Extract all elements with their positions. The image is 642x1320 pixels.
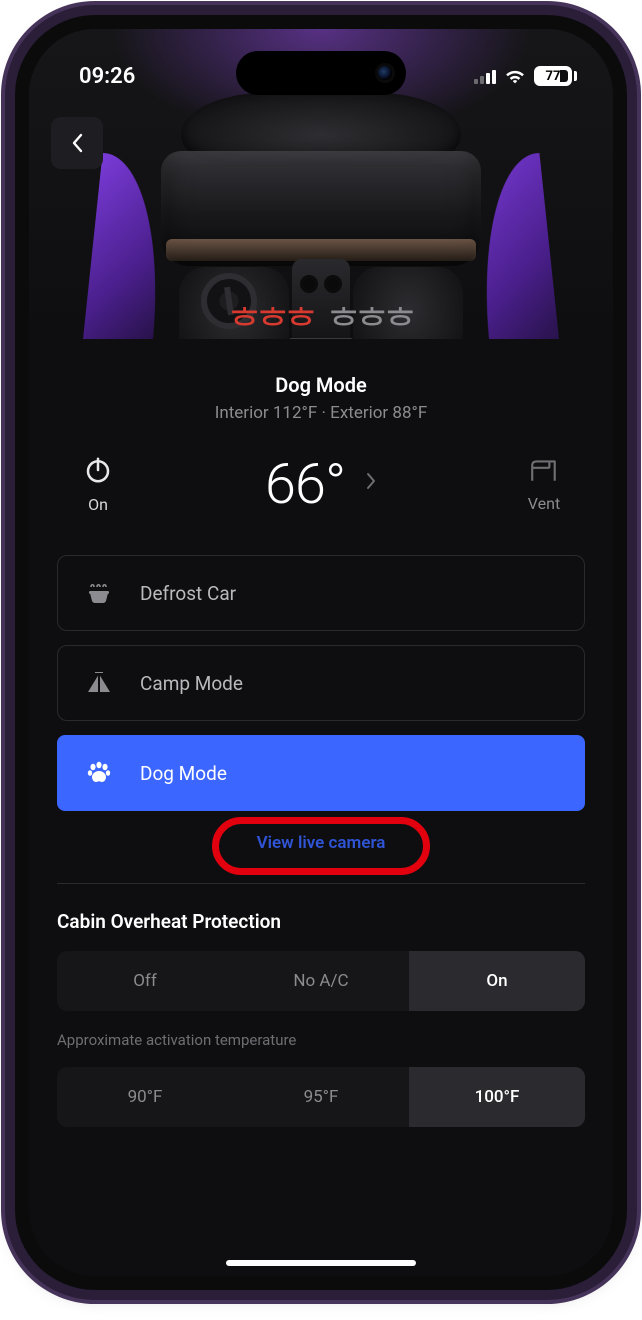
climate-power-toggle[interactable]: On <box>63 455 133 514</box>
mode-option-defrost[interactable]: Defrost Car <box>57 555 585 631</box>
battery-indicator: 77 <box>534 66 577 86</box>
dynamic-island <box>236 51 406 95</box>
overheat-temp-95[interactable]: 95°F <box>233 1067 409 1127</box>
defrost-icon <box>84 581 114 605</box>
climate-panel: Dog Mode Interior 112°F · Exterior 88°F … <box>29 339 613 1276</box>
home-indicator[interactable] <box>226 1260 416 1266</box>
overheat-option-off[interactable]: Off <box>57 951 233 1011</box>
target-temperature[interactable]: 66° <box>265 451 345 517</box>
mode-label: Camp Mode <box>140 672 243 695</box>
overheat-title: Cabin Overheat Protection <box>57 910 585 933</box>
paw-icon <box>84 761 114 785</box>
status-time: 09:26 <box>79 64 135 89</box>
overheat-option-noac[interactable]: No A/C <box>233 951 409 1011</box>
vent-label: Vent <box>528 494 560 513</box>
view-live-camera-link[interactable]: View live camera <box>57 833 585 853</box>
temp-adjust-chevron[interactable] <box>365 471 377 497</box>
chevron-left-icon <box>68 133 86 153</box>
overheat-temp-90[interactable]: 90°F <box>57 1067 233 1127</box>
power-label: On <box>88 495 108 514</box>
mode-label: Dog Mode <box>140 762 227 785</box>
cellular-signal-icon <box>474 68 496 84</box>
mode-title: Dog Mode <box>57 373 585 397</box>
battery-percent: 77 <box>546 69 561 84</box>
overheat-temp-100[interactable]: 100°F <box>409 1067 585 1127</box>
mode-list: Defrost Car Camp Mode Dog Mode <box>57 555 585 811</box>
passenger-seat-heat-icon[interactable]: ᄒᄒᄒ <box>328 299 413 339</box>
vent-toggle[interactable]: Vent <box>509 456 579 513</box>
chevron-right-icon <box>365 471 377 491</box>
overheat-sublabel: Approximate activation temperature <box>57 1031 585 1049</box>
overheat-temp-segmented-control: 90°F 95°F 100°F <box>57 1067 585 1127</box>
mode-label: Defrost Car <box>140 582 236 605</box>
mode-option-dog[interactable]: Dog Mode <box>57 735 585 811</box>
temps-readout: Interior 112°F · Exterior 88°F <box>57 403 585 423</box>
sheet-drag-handle[interactable] <box>289 338 353 339</box>
back-button[interactable] <box>51 117 103 169</box>
overheat-segmented-control: Off No A/C On <box>57 951 585 1011</box>
mode-option-camp[interactable]: Camp Mode <box>57 645 585 721</box>
driver-seat-heat-icon[interactable]: ᄒᄒᄒ <box>229 299 314 339</box>
wifi-icon <box>504 68 526 84</box>
section-divider <box>57 883 585 884</box>
power-icon <box>83 455 113 485</box>
overheat-option-on[interactable]: On <box>409 951 585 1011</box>
vent-icon <box>529 456 559 484</box>
tent-icon <box>84 672 114 694</box>
